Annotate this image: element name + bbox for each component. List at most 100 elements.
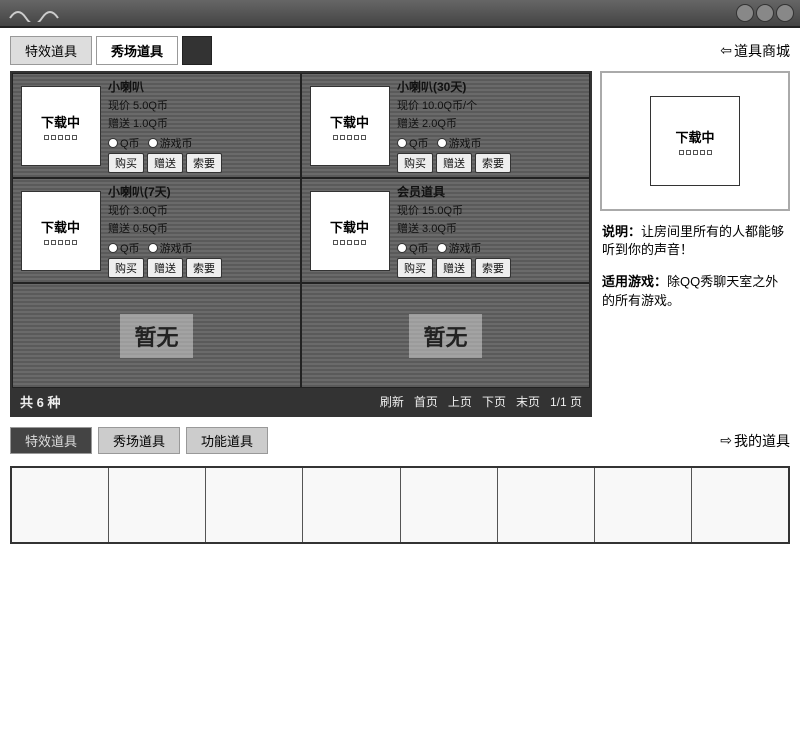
item-thumb[interactable]: 下载中 <box>310 191 390 271</box>
inventory-slot[interactable] <box>498 468 595 542</box>
item-cell: 下载中 小喇叭 现价 5.0Q币 赠送 1.0Q币 Q币 游戏币 购买 赠送 <box>12 73 301 178</box>
inventory-slot[interactable] <box>12 468 109 542</box>
arrow-left-icon: ⇦ <box>720 42 732 59</box>
tab-extra[interactable] <box>182 36 212 65</box>
progress-dots-icon <box>44 240 77 245</box>
inventory-slot[interactable] <box>595 468 692 542</box>
want-button[interactable]: 索要 <box>475 153 511 173</box>
pager: 刷新 首页 上页 下页 末页 1/1 页 <box>380 393 582 410</box>
radio-qcoin[interactable]: Q币 <box>108 240 140 256</box>
shop-link[interactable]: ⇦ 道具商城 <box>720 41 790 61</box>
minimize-button[interactable] <box>736 4 754 22</box>
item-thumb[interactable]: 下载中 <box>21 86 101 166</box>
radio-gamecoin[interactable]: 游戏币 <box>148 135 193 151</box>
bottom-tab-function[interactable]: 功能道具 <box>186 427 268 454</box>
item-thumb[interactable]: 下载中 <box>21 191 101 271</box>
bottom-tab-show[interactable]: 秀场道具 <box>98 427 180 454</box>
placeholder-label: 暂无 <box>120 314 192 358</box>
next-page-link[interactable]: 下页 <box>482 393 506 410</box>
inventory-slot[interactable] <box>692 468 788 542</box>
item-bonus: 赠送 0.5Q币 <box>108 220 296 236</box>
currency-row: Q币 游戏币 <box>397 135 585 151</box>
top-section: 特效道具 秀场道具 ⇦ 道具商城 <box>0 28 800 65</box>
radio-gamecoin[interactable]: 游戏币 <box>437 135 482 151</box>
thumb-label: 下载中 <box>330 217 369 236</box>
gift-button[interactable]: 赠送 <box>436 258 472 278</box>
last-page-link[interactable]: 末页 <box>516 393 540 410</box>
inventory-slot[interactable] <box>109 468 206 542</box>
item-info: 会员道具 现价 15.0Q币 赠送 3.0Q币 Q币 游戏币 购买 赠送 索要 <box>397 179 589 282</box>
currency-row: Q币 游戏币 <box>108 240 296 256</box>
progress-dots-icon <box>333 135 366 140</box>
arrow-right-icon: ⇨ <box>720 432 732 449</box>
inventory-row <box>10 466 790 544</box>
item-name: 小喇叭 <box>108 78 296 95</box>
item-buttons: 购买 赠送 索要 <box>108 258 296 278</box>
maximize-button[interactable] <box>756 4 774 22</box>
item-thumb-wrap: 下载中 <box>13 74 108 177</box>
placeholder-label: 暂无 <box>409 314 481 358</box>
want-button[interactable]: 索要 <box>475 258 511 278</box>
preview-label: 下载中 <box>675 127 714 146</box>
item-price: 现价 10.0Q币/个 <box>397 97 585 113</box>
gift-button[interactable]: 赠送 <box>436 153 472 173</box>
item-name: 小喇叭(30天) <box>397 78 585 95</box>
progress-dots-icon <box>333 240 366 245</box>
gift-button[interactable]: 赠送 <box>147 258 183 278</box>
radio-gamecoin[interactable]: 游戏币 <box>437 240 482 256</box>
radio-gamecoin[interactable]: 游戏币 <box>148 240 193 256</box>
buy-button[interactable]: 购买 <box>397 153 433 173</box>
tab-show-items[interactable]: 秀场道具 <box>96 36 178 65</box>
description-block: 说明：让房间里所有的人都能够听到你的声音！ <box>600 221 790 261</box>
item-cell: 下载中 会员道具 现价 15.0Q币 赠送 3.0Q币 Q币 游戏币 购买 赠送 <box>301 178 590 283</box>
progress-dots-icon <box>679 150 712 155</box>
want-button[interactable]: 索要 <box>186 153 222 173</box>
item-cell: 下载中 小喇叭(7天) 现价 3.0Q币 赠送 0.5Q币 Q币 游戏币 购买 … <box>12 178 301 283</box>
item-bonus: 赠送 1.0Q币 <box>108 115 296 131</box>
item-name: 会员道具 <box>397 183 585 200</box>
inventory-slot[interactable] <box>303 468 400 542</box>
gift-button[interactable]: 赠送 <box>147 153 183 173</box>
item-price: 现价 3.0Q币 <box>108 202 296 218</box>
item-bonus: 赠送 3.0Q币 <box>397 220 585 236</box>
item-price: 现价 15.0Q币 <box>397 202 585 218</box>
scope-block: 适用游戏：除QQ秀聊天室之外的所有游戏。 <box>600 271 790 311</box>
item-cell: 下载中 小喇叭(30天) 现价 10.0Q币/个 赠送 2.0Q币 Q币 游戏币… <box>301 73 590 178</box>
bottom-tabs: 特效道具 秀场道具 功能道具 <box>10 427 268 454</box>
top-bar: 特效道具 秀场道具 ⇦ 道具商城 <box>10 36 790 65</box>
desc-label: 说明： <box>602 224 641 239</box>
radio-qcoin[interactable]: Q币 <box>397 135 429 151</box>
window-controls <box>736 4 794 22</box>
item-grid-panel: 下载中 小喇叭 现价 5.0Q币 赠送 1.0Q币 Q币 游戏币 购买 赠送 <box>10 71 592 417</box>
prev-page-link[interactable]: 上页 <box>448 393 472 410</box>
item-info: 小喇叭(7天) 现价 3.0Q币 赠送 0.5Q币 Q币 游戏币 购买 赠送 索… <box>108 179 300 282</box>
item-count: 共 6 种 <box>20 392 60 411</box>
page-indicator: 1/1 页 <box>550 393 582 410</box>
tab-special-effects[interactable]: 特效道具 <box>10 36 92 65</box>
inventory-slot[interactable] <box>206 468 303 542</box>
thumb-label: 下载中 <box>41 112 80 131</box>
buy-button[interactable]: 购买 <box>108 153 144 173</box>
titlebar <box>0 0 800 28</box>
item-buttons: 购买 赠送 索要 <box>397 258 585 278</box>
app-logo <box>8 4 68 22</box>
my-items-link[interactable]: ⇨ 我的道具 <box>720 431 790 451</box>
progress-dots-icon <box>44 135 77 140</box>
item-info: 小喇叭(30天) 现价 10.0Q币/个 赠送 2.0Q币 Q币 游戏币 购买 … <box>397 74 589 177</box>
item-price: 现价 5.0Q币 <box>108 97 296 113</box>
radio-qcoin[interactable]: Q币 <box>397 240 429 256</box>
currency-row: Q币 游戏币 <box>397 240 585 256</box>
scope-label: 适用游戏： <box>602 274 667 289</box>
radio-qcoin[interactable]: Q币 <box>108 135 140 151</box>
refresh-link[interactable]: 刷新 <box>380 393 404 410</box>
bottom-tab-effects[interactable]: 特效道具 <box>10 427 92 454</box>
inventory-slot[interactable] <box>401 468 498 542</box>
my-items-label: 我的道具 <box>734 431 790 451</box>
buy-button[interactable]: 购买 <box>108 258 144 278</box>
want-button[interactable]: 索要 <box>186 258 222 278</box>
buy-button[interactable]: 购买 <box>397 258 433 278</box>
item-thumb[interactable]: 下载中 <box>310 86 390 166</box>
main-row: 下载中 小喇叭 现价 5.0Q币 赠送 1.0Q币 Q币 游戏币 购买 赠送 <box>0 65 800 417</box>
close-button[interactable] <box>776 4 794 22</box>
first-page-link[interactable]: 首页 <box>414 393 438 410</box>
